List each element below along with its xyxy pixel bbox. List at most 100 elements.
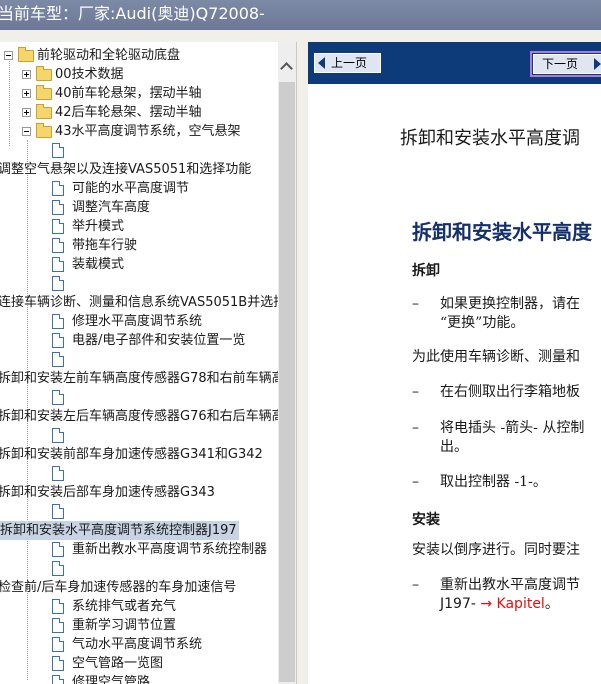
tree-page-node[interactable] xyxy=(0,559,278,578)
tree-node-label: 调整汽车高度 xyxy=(72,200,151,215)
section-heading-removal: 拆卸 xyxy=(412,263,440,279)
page-icon xyxy=(52,428,64,443)
bullet-dash: – xyxy=(412,384,419,400)
tree-node-label: 电器/电子部件和安装位置一览 xyxy=(72,333,246,348)
tree-page-node[interactable]: 拆卸和安装左后车辆高度传感器G76和右后车辆高 xyxy=(0,407,278,426)
page-icon xyxy=(52,390,64,405)
page-icon xyxy=(52,257,64,272)
tree-node-label: 系统排气或者充气 xyxy=(72,599,177,614)
tree-page-node[interactable] xyxy=(0,464,278,483)
step-text: 如果更换控制器，请在 xyxy=(440,296,580,312)
tree-page-node[interactable]: 拆卸和安装后部车身加速传感器G343 xyxy=(0,483,278,502)
tree-page-node-selected[interactable]: 拆卸和安装水平高度调节系统控制器J197 xyxy=(0,521,278,540)
next-page-button[interactable]: 下一页 xyxy=(533,54,601,74)
bullet-dash: – xyxy=(412,577,419,593)
tree-scrollbar[interactable] xyxy=(278,42,296,684)
tree-page-node[interactable]: 空气管路一览图 xyxy=(0,654,278,673)
tree-node-group[interactable]: 42后车轮悬架、摆动半轴 xyxy=(0,103,278,122)
tree-page-node[interactable] xyxy=(0,141,278,160)
tree-page-node[interactable]: 修理水平高度调节系统 xyxy=(0,312,278,331)
collapse-icon[interactable] xyxy=(22,127,31,136)
page-icon xyxy=(52,314,64,329)
tree-node-label: 拆卸和安装左后车辆高度传感器G76和右后车辆高 xyxy=(0,409,278,424)
tree-node-label: 调整空气悬架以及连接VAS5051和选择功能 xyxy=(0,162,252,177)
navigation-tree: 前轮驱动和全轮驱动底盘 00技术数据 40前车轮悬架，摆动半轴 42后车轮悬架、… xyxy=(0,42,278,684)
tree-node-label: 重新出教水平高度调节系统控制器 xyxy=(72,542,268,557)
tree-page-node[interactable]: 重新出教水平高度调节系统控制器 xyxy=(0,540,278,559)
tree-node-group-open[interactable]: 43水平高度调节系统，空气悬架 xyxy=(0,122,278,141)
tree-node-root[interactable]: 前轮驱动和全轮驱动底盘 xyxy=(0,46,278,65)
collapse-icon[interactable] xyxy=(4,51,13,60)
tree-node-label: 带拖车行驶 xyxy=(72,238,138,253)
page-icon xyxy=(52,333,64,348)
tree-page-node[interactable]: 装载模式 xyxy=(0,255,278,274)
step-text-line: J197- → Kapitel。 xyxy=(440,595,559,614)
folder-icon xyxy=(36,104,52,119)
next-page-focus-ring: 下一页 xyxy=(530,51,601,77)
tree-node-label: 气动水平高度调节系统 xyxy=(72,637,203,652)
scrollbar-thumb[interactable] xyxy=(279,82,295,682)
tree-page-node[interactable]: 修理空气管路 xyxy=(0,673,278,684)
page-icon xyxy=(52,618,64,633)
tree-page-node[interactable]: 调整汽车高度 xyxy=(0,198,278,217)
tree-node-label: 装载模式 xyxy=(72,257,125,272)
tree-page-node[interactable]: 带拖车行驶 xyxy=(0,236,278,255)
tree-page-node[interactable]: 气动水平高度调节系统 xyxy=(0,635,278,654)
tree-page-node[interactable]: 检查前/后车身加速传感器的车身加速信号 xyxy=(0,578,278,597)
step-text: J197- xyxy=(440,596,476,612)
bullet-dash: – xyxy=(412,420,419,436)
tree-page-node[interactable] xyxy=(0,388,278,407)
document-header: 拆卸和安装水平高度调 xyxy=(400,128,580,149)
arrow-right-icon xyxy=(594,58,601,70)
tree-node-label: 拆卸和安装后部车身加速传感器G343 xyxy=(0,485,215,500)
tree-page-node[interactable]: 可能的水平高度调节 xyxy=(0,179,278,198)
previous-page-button[interactable]: 上一页 xyxy=(314,53,381,73)
paragraph-text: 为此使用车辆诊断、测量和 xyxy=(412,349,580,365)
tree-page-node[interactable]: 电器/电子部件和安装位置一览 xyxy=(0,331,278,350)
tree-node-label: 重新学习调节位置 xyxy=(72,618,177,633)
page-icon xyxy=(52,599,64,614)
chapter-link[interactable]: → Kapitel xyxy=(480,596,544,612)
step-text: 重新出教水平高度调节 xyxy=(440,577,580,593)
window-title-bar: 当前车型：厂家:Audi(奥迪)Q72008- xyxy=(0,0,601,30)
page-icon xyxy=(52,637,64,652)
tree-page-node[interactable]: 拆卸和安装左前车辆高度传感器G78和右前车辆高 xyxy=(0,369,278,388)
toolbar-strip xyxy=(0,30,601,42)
tree-page-node[interactable]: 调整空气悬架以及连接VAS5051和选择功能 xyxy=(0,160,278,179)
tree-node-label: 空气管路一览图 xyxy=(72,656,164,671)
tree-page-node[interactable]: 重新学习调节位置 xyxy=(0,616,278,635)
tree-page-node[interactable]: 拆卸和安装前部车身加速传感器G341和G342 xyxy=(0,445,278,464)
page-icon xyxy=(52,200,64,215)
page-icon xyxy=(52,466,64,481)
expand-icon[interactable] xyxy=(22,70,31,79)
next-page-label: 下一页 xyxy=(542,57,579,71)
step-text: 将电插头 -箭头- 从控制 xyxy=(440,420,585,436)
expand-icon[interactable] xyxy=(22,89,31,98)
tree-page-node[interactable] xyxy=(0,274,278,293)
tree-page-node[interactable] xyxy=(0,426,278,445)
page-icon xyxy=(52,219,64,234)
tree-node-group[interactable]: 00技术数据 xyxy=(0,65,278,84)
page-icon xyxy=(52,542,64,557)
tree-node-label: 拆卸和安装左前车辆高度传感器G78和右前车辆高 xyxy=(0,371,278,386)
paragraph-text: 安装以倒序进行。同时要注 xyxy=(412,542,580,558)
tree-page-node[interactable] xyxy=(0,502,278,521)
tree-node-label: 可能的水平高度调节 xyxy=(72,181,190,196)
tree-node-group[interactable]: 40前车轮悬架，摆动半轴 xyxy=(0,84,278,103)
tree-page-node[interactable]: 系统排气或者充气 xyxy=(0,597,278,616)
page-nav-bar: 上一页 下一页 xyxy=(308,42,601,84)
tree-node-label: 40前车轮悬架，摆动半轴 xyxy=(55,86,202,101)
tree-node-label: 修理空气管路 xyxy=(72,675,151,684)
previous-page-label: 上一页 xyxy=(331,56,368,70)
expand-icon[interactable] xyxy=(22,108,31,117)
tree-page-node[interactable]: 举升模式 xyxy=(0,217,278,236)
page-icon xyxy=(52,238,64,253)
page-icon xyxy=(52,504,64,519)
tree-node-label: 举升模式 xyxy=(72,219,125,234)
step-text: 在右侧取出行李箱地板 xyxy=(440,384,580,400)
tree-page-node[interactable] xyxy=(0,350,278,369)
document-title: 拆卸和安装水平高度 xyxy=(412,220,592,244)
tree-page-node[interactable]: 连接车辆诊断、测量和信息系统VAS5051B并选择 xyxy=(0,293,278,312)
scroll-up-icon[interactable] xyxy=(278,56,296,78)
bullet-dash: – xyxy=(412,474,419,490)
